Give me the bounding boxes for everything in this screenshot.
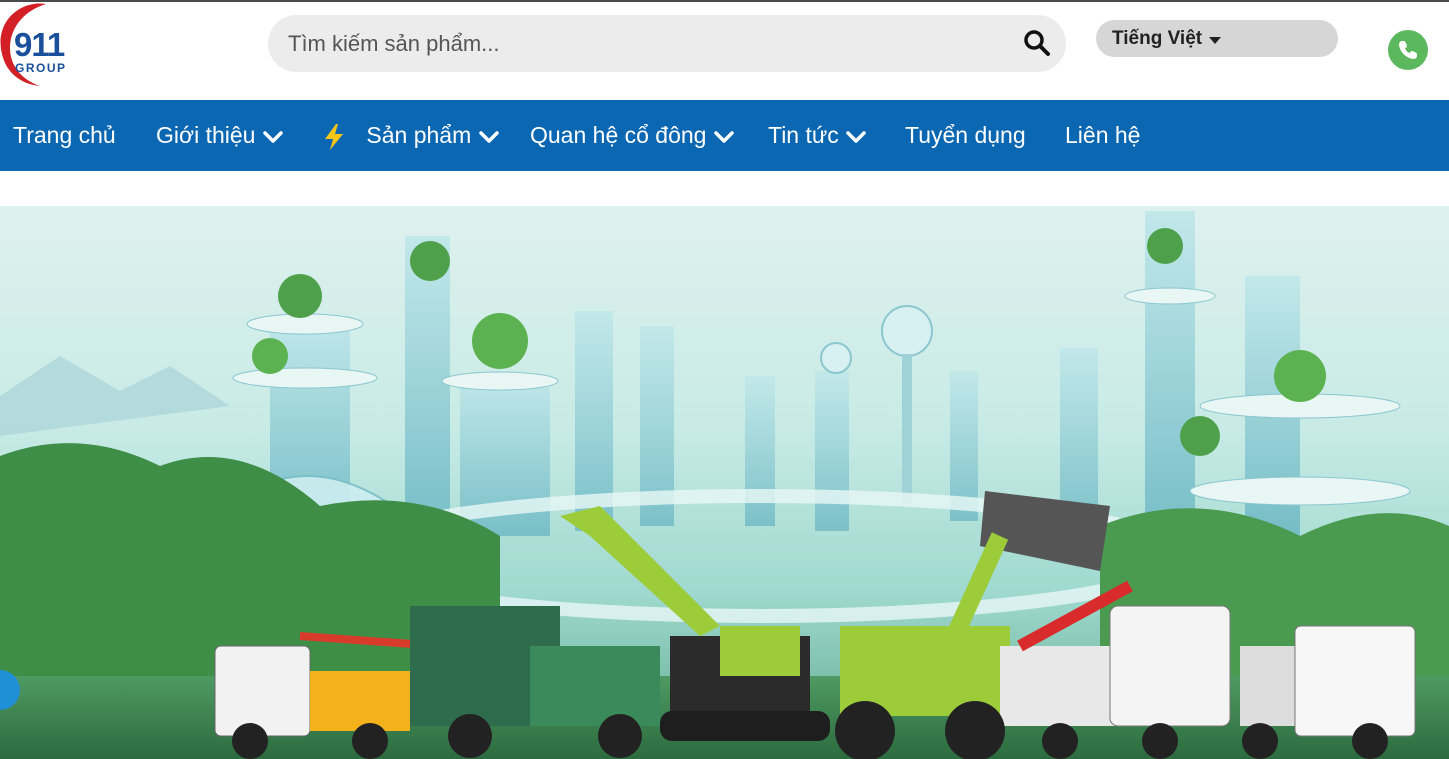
logo-group-text: GROUP — [15, 61, 67, 75]
chevron-down-icon — [478, 131, 499, 143]
logo[interactable]: 911 GROUP — [0, 2, 82, 88]
nav-item-news[interactable]: Tin tức — [768, 100, 867, 171]
search-icon[interactable] — [1022, 28, 1052, 58]
chevron-down-icon — [846, 131, 866, 143]
logo-number: 911 — [14, 26, 65, 63]
nav-item-careers[interactable]: Tuyển dụng — [905, 100, 1026, 171]
language-label: Tiếng Việt — [1112, 28, 1203, 49]
nav-item-label: Liên hệ — [1065, 122, 1141, 148]
phone-icon — [1399, 41, 1417, 59]
hero-city-machinery-image — [0, 211, 1449, 759]
lightning-bolt-icon — [325, 123, 343, 150]
phone-button[interactable] — [1388, 30, 1428, 70]
chevron-down-icon — [714, 131, 734, 143]
caret-down-icon — [1209, 37, 1221, 44]
nav-item-label: Trang chủ — [13, 122, 116, 148]
main-nav: Trang chủ Giới thiệu Sản phẩm Quan hệ cổ… — [0, 100, 1449, 171]
search-bar — [268, 15, 1066, 72]
nav-item-label: Quan hệ cổ đông — [530, 122, 707, 148]
nav-item-label: Tin tức — [768, 122, 839, 148]
nav-item-label: Giới thiệu — [156, 122, 256, 148]
nav-item-contact[interactable]: Liên hệ — [1065, 100, 1140, 171]
nav-item-home[interactable]: Trang chủ — [13, 100, 116, 171]
search-input[interactable] — [288, 15, 1008, 72]
nav-item-label: Tuyển dụng — [905, 122, 1026, 148]
language-selector[interactable]: Tiếng Việt — [1096, 20, 1338, 57]
hero-banner — [0, 206, 1449, 759]
chevron-down-icon — [263, 131, 283, 143]
nav-item-label: Sản phẩm — [366, 122, 472, 148]
nav-item-investor-relations[interactable]: Quan hệ cổ đông — [530, 100, 735, 171]
nav-item-products[interactable]: Sản phẩm — [322, 100, 500, 171]
top-header: 911 GROUP Tiếng Việt — [0, 0, 1449, 100]
nav-item-about[interactable]: Giới thiệu — [156, 100, 284, 171]
